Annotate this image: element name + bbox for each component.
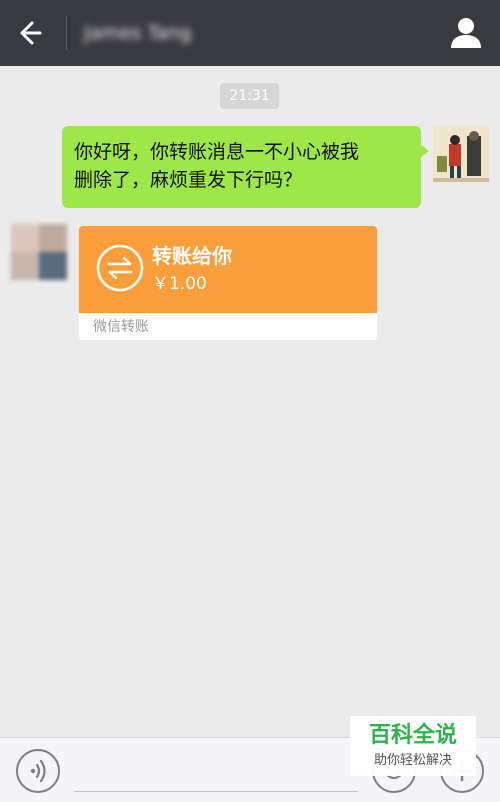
back-button[interactable] xyxy=(14,15,54,51)
avatar-photo xyxy=(433,126,489,182)
transfer-title: 转账给你 xyxy=(152,244,232,268)
header-divider xyxy=(66,16,67,50)
chat-header: James Tang xyxy=(0,0,500,66)
transfer-card-header: 转账给你 ￥1.00 xyxy=(79,226,377,313)
message-input[interactable] xyxy=(74,791,358,792)
message-line: 你好呀，你转账消息一不小心被我 xyxy=(74,141,360,163)
my-avatar[interactable] xyxy=(433,126,489,182)
contact-avatar[interactable] xyxy=(11,224,67,280)
transfer-amount: ￥1.00 xyxy=(152,274,207,294)
message-line: 删除了，麻烦重发下行吗？ xyxy=(74,169,303,191)
watermark-logo: 百科全说 助你轻松解决 xyxy=(350,716,476,776)
outgoing-message-bubble[interactable]: 你好呀，你转账消息一不小心被我 删除了，麻烦重发下行吗？ xyxy=(62,126,429,208)
contact-name: James Tang xyxy=(84,22,192,44)
voice-button[interactable] xyxy=(16,749,60,793)
profile-button[interactable] xyxy=(448,14,484,50)
transfer-footer-label: 微信转账 xyxy=(93,319,149,335)
voice-icon xyxy=(30,759,46,783)
arrow-left-icon xyxy=(20,21,42,45)
watermark-title: 百科全说 xyxy=(368,723,457,748)
message-timestamp: 21:31 xyxy=(220,83,279,109)
transfer-message-card[interactable]: 转账给你 ￥1.00 微信转账 xyxy=(79,226,377,340)
person-icon xyxy=(451,18,481,48)
watermark-subtitle: 助你轻松解决 xyxy=(373,753,452,768)
transfer-arrows-icon xyxy=(96,244,144,292)
